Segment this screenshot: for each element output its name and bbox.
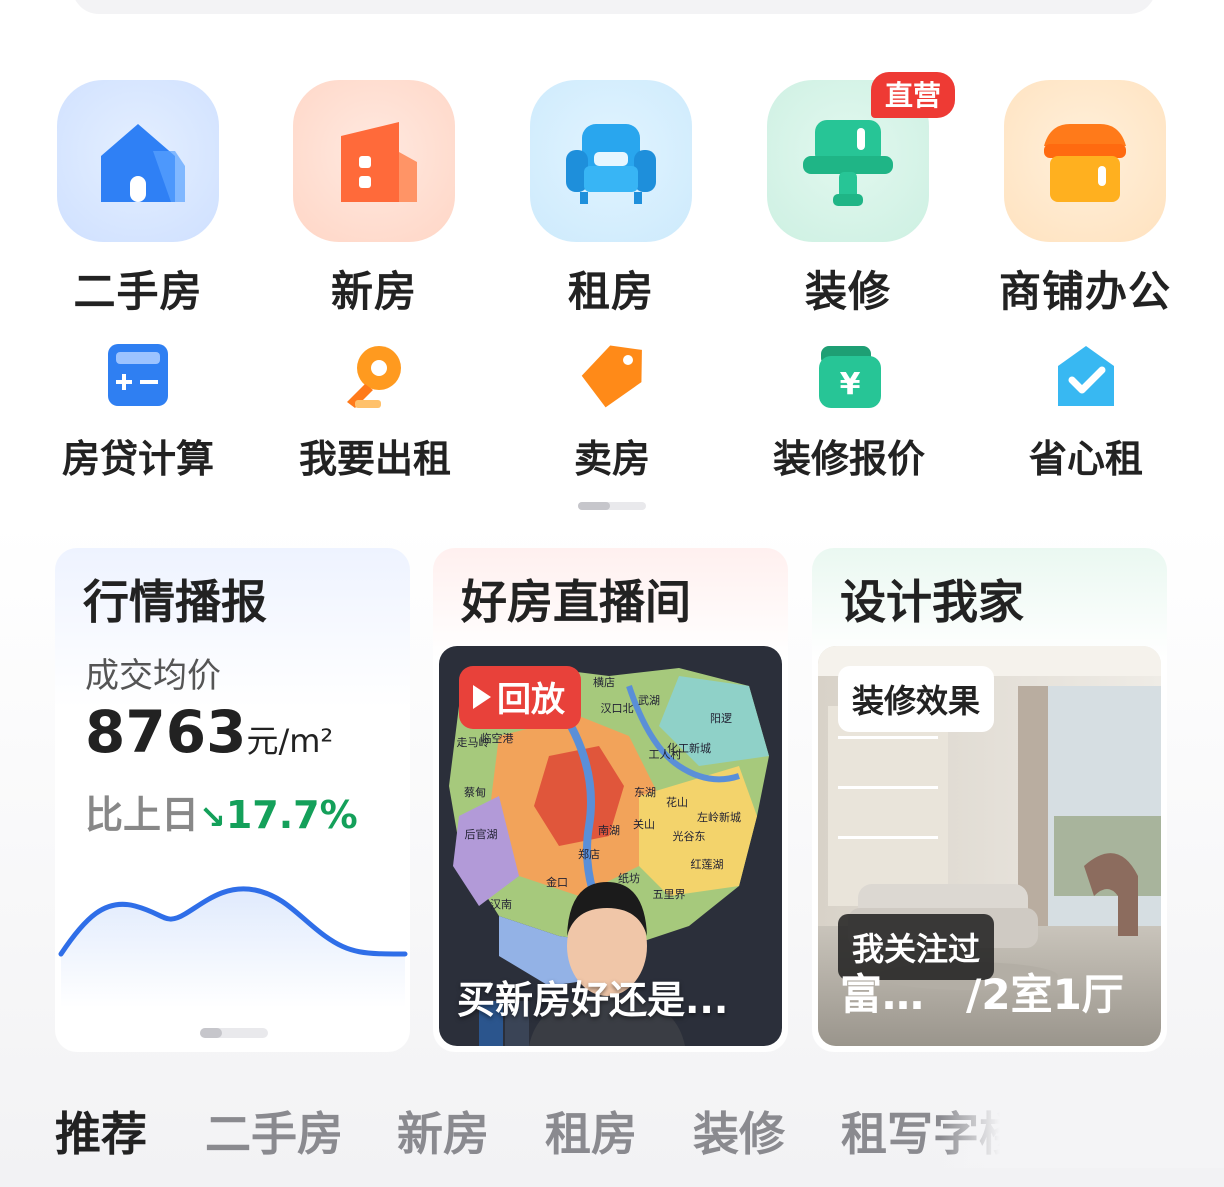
card-pager [200, 1028, 268, 1038]
tabs-fade [940, 1098, 1224, 1168]
search-bar[interactable] [72, 0, 1156, 14]
tab-decoration[interactable]: 装修 [693, 1098, 785, 1164]
nav-item-newhouse[interactable]: 新房 [284, 80, 464, 319]
house-icon [57, 80, 219, 242]
svg-text:南湖: 南湖 [598, 824, 620, 837]
svg-text:关山: 关山 [633, 817, 655, 831]
price-unit: 元/m² [246, 722, 334, 760]
tab-secondhand[interactable]: 二手房 [205, 1098, 343, 1164]
svg-text:走马岭: 走马岭 [457, 735, 490, 749]
design-caption: 富… /2室1厅 [840, 970, 1124, 1019]
live-card[interactable]: 好房直播间 横店 武湖 阳逻 汉口北 临空港 走马岭 工人村 化工新城 蔡甸 东… [433, 548, 788, 1052]
sofa-icon [530, 80, 692, 242]
market-card[interactable]: 行情播报 成交均价 8763元/m² 比上日↘17.7% [55, 548, 410, 1052]
nav-item-secondhand[interactable]: 二手房 [48, 80, 228, 319]
check-house-icon [1050, 340, 1122, 412]
tab-newhouse[interactable]: 新房 [397, 1098, 489, 1164]
tab-recommend[interactable]: 推荐 [55, 1098, 147, 1164]
nav-item-rent[interactable]: 租房 [521, 80, 701, 319]
avg-price: 8763元/m² [85, 698, 333, 766]
market-title: 行情播报 [83, 575, 267, 629]
sub-item-rent-out[interactable]: 我要出租 [275, 340, 475, 483]
svg-text:红莲湖: 红莲湖 [691, 858, 724, 871]
yen-wallet-icon: ¥ [813, 340, 885, 412]
shop-icon [1004, 80, 1166, 242]
design-card[interactable]: 设计我家 装修效果 我关注过 富… /2室1厅 [812, 548, 1167, 1052]
svg-text:武湖: 武湖 [638, 694, 660, 707]
nav-label: 租房 [567, 267, 654, 316]
tab-rent[interactable]: 租房 [545, 1098, 637, 1164]
replay-tag: 回放 [459, 666, 581, 729]
svg-text:郑店: 郑店 [578, 847, 600, 861]
svg-text:汉口北: 汉口北 [601, 702, 634, 715]
svg-text:左岭新城: 左岭新城 [697, 810, 741, 824]
design-thumbnail[interactable]: 装修效果 我关注过 富… /2室1厅 [818, 646, 1161, 1046]
svg-text:纸坊: 纸坊 [618, 871, 640, 885]
svg-text:五里界: 五里界 [653, 888, 686, 901]
nav-label: 装修 [804, 267, 891, 316]
sub-label: 房贷计算 [61, 437, 214, 481]
trend-label: 比上日 [85, 793, 200, 837]
svg-text:光谷东: 光谷东 [673, 829, 706, 843]
nav-label: 商铺办公 [998, 267, 1171, 316]
price-trend-chart [58, 886, 408, 1008]
sub-item-sell[interactable]: 卖房 [512, 340, 712, 483]
building-icon [293, 80, 455, 242]
paint-roller-icon: 直营 [767, 72, 955, 242]
svg-text:后官湖: 后官湖 [465, 827, 498, 841]
sub-nav: 房贷计算 我要出租 卖房 ¥ 装修报价 省心租 [0, 340, 1224, 490]
live-thumbnail[interactable]: 横店 武湖 阳逻 汉口北 临空港 走马岭 工人村 化工新城 蔡甸 东湖 后官湖 … [439, 646, 782, 1046]
sub-label: 卖房 [573, 437, 650, 481]
trend-value: 17.7% [225, 793, 358, 837]
svg-text:化工新城: 化工新城 [667, 741, 711, 755]
svg-text:东湖: 东湖 [634, 786, 656, 799]
calculator-icon [102, 340, 174, 412]
price-label: 成交均价 [85, 656, 221, 696]
key-icon [339, 340, 411, 412]
nav-pager [578, 502, 646, 510]
replay-label: 回放 [497, 680, 565, 720]
svg-text:横店: 横店 [593, 675, 615, 689]
sub-label: 我要出租 [298, 437, 451, 481]
svg-text:金口: 金口 [546, 875, 568, 889]
svg-text:阳逻: 阳逻 [710, 712, 732, 725]
effect-tag: 装修效果 [838, 666, 995, 732]
price-tag-icon [576, 340, 648, 412]
sub-item-quote[interactable]: ¥ 装修报价 [749, 340, 949, 483]
sub-label: 省心租 [1028, 437, 1143, 481]
trend: 比上日↘17.7% [85, 784, 358, 839]
live-caption: 买新房好还是... [457, 978, 729, 1022]
svg-text:花山: 花山 [666, 796, 688, 809]
nav-item-decoration[interactable]: 直营 装修 [758, 72, 955, 319]
svg-text:汉南: 汉南 [490, 898, 512, 911]
nav-label: 新房 [330, 267, 417, 316]
main-nav: 二手房 新房 租房 直营 装修 商铺办公 [0, 72, 1224, 316]
sub-item-mortgage[interactable]: 房贷计算 [38, 340, 238, 483]
direct-badge: 直营 [870, 72, 955, 118]
nav-label: 二手房 [73, 267, 203, 316]
trend-down-icon: ↘ [199, 798, 226, 836]
live-title: 好房直播间 [461, 575, 691, 629]
svg-text:¥: ¥ [840, 367, 861, 402]
svg-text:蔡甸: 蔡甸 [464, 786, 486, 799]
nav-item-shop-office[interactable]: 商铺办公 [995, 80, 1175, 319]
price-value: 8763 [85, 698, 247, 766]
design-title: 设计我家 [840, 575, 1024, 629]
sub-label: 装修报价 [772, 437, 925, 481]
sub-item-worry-free-rent[interactable]: 省心租 [986, 340, 1186, 483]
play-icon [473, 684, 491, 709]
